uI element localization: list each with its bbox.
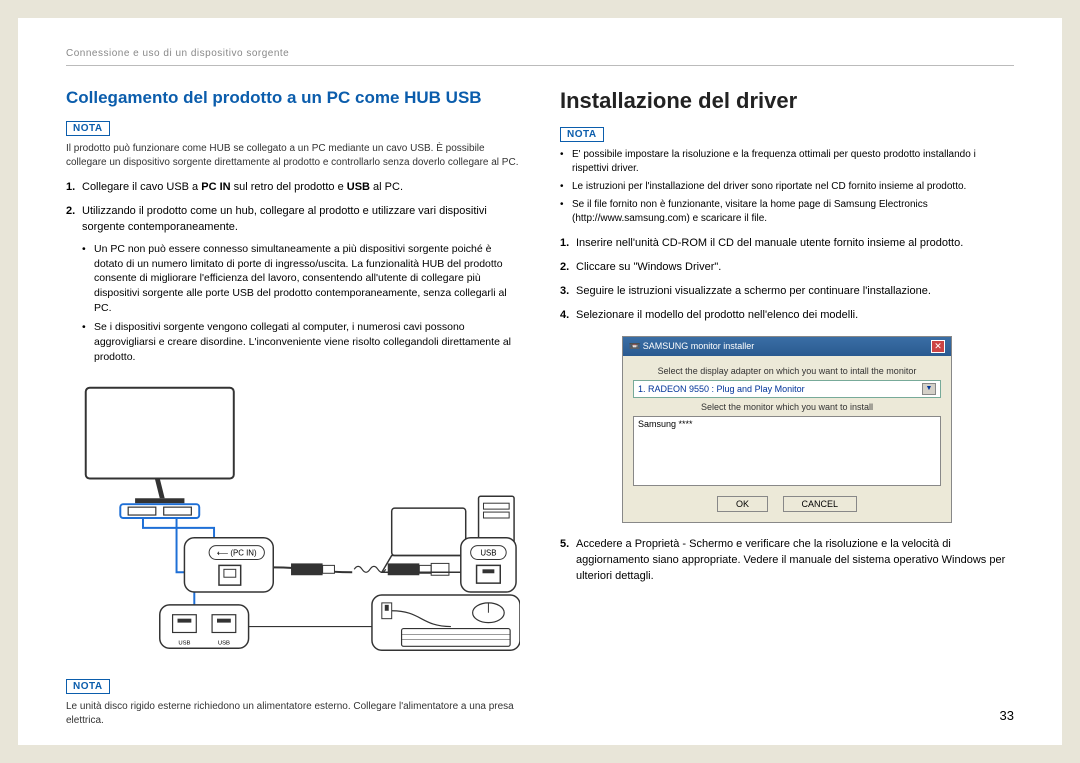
left-column: Collegamento del prodotto a un PC come H… [66,88,520,738]
connection-diagram: ⟵ (PC IN) [66,378,520,658]
step-2: 2. Cliccare su "Windows Driver". [560,260,1014,276]
step-3: 3. Seguire le istruzioni visualizzate a s… [560,284,1014,300]
monitor-listbox[interactable]: Samsung **** [633,416,941,486]
step-text: Accedere a Proprietà - Schermo e verific… [576,538,1005,582]
list-item[interactable]: Samsung **** [638,419,936,429]
intro-text: Il prodotto può funzionare come HUB se c… [66,142,520,170]
manual-page: Connessione e uso di un dispositivo sorg… [18,18,1062,745]
step-text: Inserire nell'unità CD-ROM il CD del man… [576,237,963,249]
bullet-item: Se i dispositivi sorgente vengono colleg… [82,320,520,364]
right-notes: E' possibile impostare la risoluzione e … [560,148,1014,226]
installer-title-text: 📼 SAMSUNG monitor installer [629,341,754,352]
ok-button[interactable]: OK [717,496,768,512]
svg-text:USB: USB [178,641,190,647]
right-steps: 1. Inserire nell'unità CD-ROM il CD del m… [560,236,1014,324]
step-5: 5. Accedere a Proprietà - Schermo e verif… [560,537,1014,585]
svg-text:USB: USB [218,641,230,647]
installer-dialog: 📼 SAMSUNG monitor installer ✕ Select the… [622,336,952,523]
nota-badge: NOTA [560,127,604,142]
note-item: Se il file fornito non è funzionante, vi… [560,198,1014,226]
right-steps-cont: 5. Accedere a Proprietà - Schermo e verif… [560,537,1014,585]
step-number: 2. [66,204,75,220]
installer-line1: Select the display adapter on which you … [633,366,941,376]
step-number: 5. [560,537,569,553]
dropdown-value: 1. RADEON 9550 : Plug and Play Monitor [638,384,805,394]
pcin-label: ⟵ (PC IN) [217,549,257,558]
installer-body: Select the display adapter on which you … [623,356,951,522]
note-item: Le istruzioni per l'installazione del dr… [560,180,1014,194]
nota-badge-bottom: NOTA [66,679,110,694]
step-text: Selezionare il modello del prodotto nell… [576,309,858,321]
footer-note: Le unità disco rigido esterne richiedono… [66,700,520,728]
note-item: E' possibile impostare la risoluzione e … [560,148,1014,176]
step-text: Utilizzando il prodotto come un hub, col… [82,205,487,233]
right-title: Installazione del driver [560,88,1014,114]
step-number: 4. [560,308,569,324]
left-steps: 1. Collegare il cavo USB a PC IN sul ret… [66,180,520,364]
two-column-layout: Collegamento del prodotto a un PC come H… [66,88,1014,738]
installer-line2: Select the monitor which you want to ins… [633,402,941,412]
step-number: 1. [66,180,75,196]
nota-badge: NOTA [66,121,110,136]
step-2: 2. Utilizzando il prodotto come un hub, … [66,204,520,364]
right-column: Installazione del driver NOTA E' possibi… [560,88,1014,738]
chevron-down-icon[interactable]: ▼ [922,383,936,395]
step-number: 1. [560,236,569,252]
step-1: 1. Collegare il cavo USB a PC IN sul ret… [66,180,520,196]
usb-label: USB [480,549,496,558]
step-1: 1. Inserire nell'unità CD-ROM il CD del m… [560,236,1014,252]
step-text: Collegare il cavo USB a PC IN sul retro … [82,181,403,193]
step-4: 4. Selezionare il modello del prodotto ne… [560,308,1014,324]
installer-titlebar: 📼 SAMSUNG monitor installer ✕ [623,337,951,356]
page-number: 33 [1000,708,1014,723]
section-header: Connessione e uso di un dispositivo sorg… [66,48,1014,66]
step-number: 2. [560,260,569,276]
left-title: Collegamento del prodotto a un PC come H… [66,88,520,108]
close-icon[interactable]: ✕ [931,340,945,353]
cancel-button[interactable]: CANCEL [783,496,858,512]
adapter-dropdown[interactable]: 1. RADEON 9550 : Plug and Play Monitor ▼ [633,380,941,398]
step-2-bullets: Un PC non può essere connesso simultanea… [82,242,520,365]
step-text: Seguire le istruzioni visualizzate a sch… [576,285,931,297]
step-text: Cliccare su "Windows Driver". [576,261,721,273]
bullet-item: Un PC non può essere connesso simultanea… [82,242,520,315]
step-number: 3. [560,284,569,300]
button-row: OK CANCEL [633,496,941,512]
